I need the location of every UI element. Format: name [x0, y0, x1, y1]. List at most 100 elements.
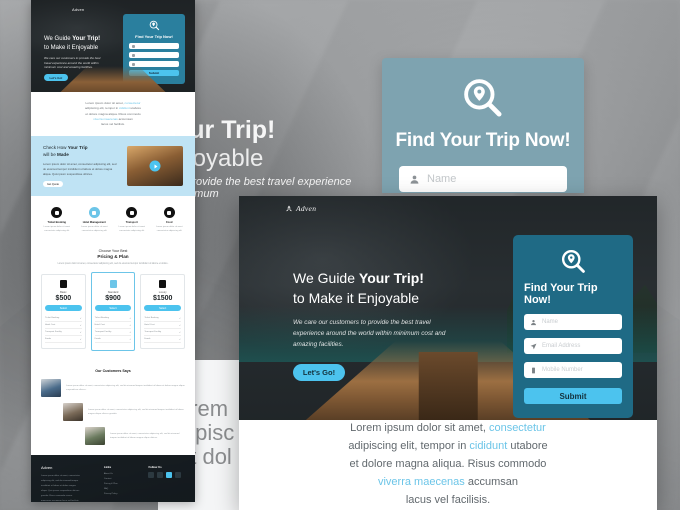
thumbnail-headline-line2: to Make it Enjoyable — [44, 45, 99, 51]
thumbnail-headline-lead: We Guide — [44, 36, 73, 42]
full-page-thumbnail[interactable]: Adven We Guide Your Trip! to Make it Enj… — [31, 0, 195, 502]
thumbnail-plan-standard[interactable]: Standard $900 Select Ticket Booking ✓ Hot… — [90, 272, 136, 352]
user-icon — [531, 319, 536, 325]
card-logo[interactable]: Adven — [285, 204, 316, 213]
thumbnail-video-title-a: Check How — [43, 145, 68, 151]
thumbnail-features-row: Ticket Booking Lorem ipsum dolor sit ame… — [31, 196, 195, 243]
thumbnail-feature-2[interactable]: Transport Lorem ipsum dolor sit amet con… — [114, 207, 150, 234]
thumbnail-search-form[interactable]: Find Your Trip Now! Submit — [123, 14, 185, 84]
hotel-icon — [88, 207, 100, 219]
twitter-icon[interactable] — [157, 472, 164, 479]
thumbnail-footer: Adven Lorem ipsum dolor sit amet, consec… — [31, 455, 195, 502]
mobile-icon — [132, 62, 135, 66]
thumbnail-feature-1[interactable]: Hotel Management Lorem ipsum dolor sit a… — [77, 207, 113, 234]
thumbnail-plan-feature-0-2: Transport Facility ✓ — [45, 329, 82, 337]
linkedin-icon[interactable] — [175, 472, 182, 479]
thumbnail-plan-select-1[interactable]: Select — [94, 305, 132, 312]
standard-icon — [109, 280, 117, 289]
thumbnail-plan-luxury[interactable]: Luxury $1500 Select Ticket Booking ✓ Hote… — [140, 274, 186, 350]
thumbnail-testimonials-title: Our Customers Says — [95, 369, 131, 374]
plan-feature-text: Transport Facility — [144, 330, 162, 333]
thumbnail-pricing-title-big: Pricing & Plan — [97, 254, 129, 260]
thumbnail-hero: Adven We Guide Your Trip! to Make it Enj… — [31, 0, 195, 92]
thumbnail-logo[interactable]: Adven — [72, 7, 84, 12]
send-icon — [530, 343, 537, 349]
thumbnail-video-cta[interactable]: Get Quote — [43, 181, 63, 188]
plan-feature-text: Hotel Cost — [45, 323, 56, 326]
card-mobile-input[interactable]: Mobile Number — [524, 362, 622, 378]
thumbnail-submit-button[interactable]: Submit — [129, 70, 179, 76]
thumbnail-footer-link-4[interactable]: Privacy Policy — [104, 492, 141, 497]
avatar-male-1 — [41, 379, 61, 398]
thumbnail-plan-feature-2-0: Ticket Booking ✓ — [144, 315, 182, 323]
basic-icon — [59, 280, 67, 289]
plan-feature-text: Ticket Booking — [144, 316, 159, 319]
thumbnail-feature-3[interactable]: Food Lorem ipsum dolor sit amet consecte… — [152, 207, 188, 234]
check-icon: ✓ — [79, 338, 82, 341]
plan-feature-text: Ticket Booking — [94, 316, 109, 319]
lets-go-button[interactable]: Let's Go! — [293, 364, 345, 382]
card-body-text: Lorem ipsum dolor sit amet, consectetur … — [239, 420, 657, 510]
plan-feature-text: Ticket Booking — [45, 316, 60, 319]
check-icon: ✓ — [129, 331, 132, 334]
ticket-icon — [51, 207, 63, 219]
card-logo-text: Adven — [296, 204, 317, 213]
thumbnail-plan-feature-1-3: Foods ✓ — [94, 336, 132, 344]
thumbnail-field-mobile[interactable] — [129, 61, 179, 67]
thumbnail-footer-columns: Adven Lorem ipsum dolor sit amet, consec… — [41, 465, 185, 502]
plan-feature-text: Foods — [45, 337, 52, 340]
thumbnail-footer-about-5: maecenas accumsan lacus vel facilisis. — [41, 499, 80, 502]
thumbnail-plan-select-2[interactable]: Select — [144, 305, 182, 312]
card-headline-line2: to Make it Enjoyable — [293, 290, 420, 307]
luxury-icon — [159, 280, 167, 289]
thumbnail-plan-name-1: Standard — [107, 291, 119, 295]
card-email-input[interactable]: Email Address — [524, 338, 622, 354]
thumbnail-plan-price-2: $1500 — [152, 295, 173, 303]
thumbnail-footer-follow: Follow Us — [148, 465, 185, 502]
thumbnail-plan-basic[interactable]: Basic $500 Select Ticket Booking ✓ Hotel … — [41, 274, 86, 350]
thumbnail-field-name[interactable] — [129, 43, 179, 49]
check-icon: ✓ — [79, 324, 82, 327]
play-icon[interactable] — [149, 160, 161, 172]
main-preview-card[interactable]: Adven We Guide Your Trip! to Make it Enj… — [239, 196, 657, 510]
facebook-icon[interactable] — [148, 472, 155, 479]
thumbnail-video-copy: Check How Your Trip will be Made Lorem i… — [43, 145, 119, 188]
avatar-female-1 — [85, 427, 105, 446]
check-icon: ✓ — [179, 338, 182, 341]
thumbnail-intro-l2b: cididunt — [119, 106, 130, 111]
submit-button[interactable]: Submit — [524, 388, 622, 404]
card-body-line-1: Lorem ipsum dolor sit amet, consectetur — [350, 420, 546, 438]
card-name-input[interactable]: Name — [524, 314, 622, 330]
thumbnail-video-title-b: Your Trip — [67, 145, 88, 151]
thumbnail-pricing-subtitle: Lorem ipsum dolor sit amet, consectetur … — [57, 263, 169, 266]
thumbnail-plan-price-1: $900 — [105, 295, 121, 303]
thumbnail-feature-label-2: Transport — [125, 221, 138, 225]
thumbnail-feature-label-0: Ticket Booking — [47, 221, 67, 225]
card-body-l2c: utabore — [507, 440, 548, 453]
thumbnail-plan-feature-2-1: Hotel Cost ✓ — [144, 322, 182, 330]
instagram-icon[interactable] — [166, 472, 173, 479]
card-body-l4b: accumsan — [464, 475, 519, 488]
zoom-panel-name-input[interactable]: Name — [399, 166, 567, 192]
thumbnail-video-title: Check How Your Trip will be Made — [43, 145, 119, 159]
check-icon: ✓ — [129, 338, 132, 341]
thumbnail-field-email[interactable] — [129, 52, 179, 58]
thumbnail-plan-feature-0-1: Hotel Cost ✓ — [45, 322, 82, 330]
thumbnail-intro-l5: lacus vel facilisis. — [101, 122, 125, 126]
thumbnail-hero-paragraph: We care our customers to provide the bes… — [44, 56, 101, 69]
thumbnail-footer-logo[interactable]: Adven — [41, 465, 96, 470]
thumbnail-feature-0[interactable]: Ticket Booking Lorem ipsum dolor sit ame… — [39, 207, 75, 234]
thumbnail-feature-desc-1: Lorem ipsum dolor sit amet consectetur a… — [81, 226, 108, 233]
thumbnail-testimonial-quote-1: Lorem ipsum dolor sit amet, consectetur … — [88, 409, 184, 416]
search-location-icon — [464, 79, 502, 117]
thumbnail-plan-feature-2-3: Foods ✓ — [144, 336, 182, 344]
thumbnail-testimonials-section: Our Customers Says Lorem ipsum dolor sit… — [31, 361, 195, 455]
thumbnail-cta-button[interactable]: Let's Go! — [44, 74, 68, 81]
thumbnail-plan-select-0[interactable]: Select — [45, 305, 82, 312]
thumbnail-video-section: Check How Your Trip will be Made Lorem i… — [31, 136, 195, 197]
card-body-l2b: cididunt — [469, 440, 508, 453]
thumbnail-feature-label-3: Food — [166, 221, 173, 225]
check-icon: ✓ — [129, 317, 132, 320]
thumbnail-video-thumbnail[interactable] — [127, 146, 183, 187]
card-search-form[interactable]: Find Your Trip Now! Name Email Address M… — [513, 235, 633, 418]
